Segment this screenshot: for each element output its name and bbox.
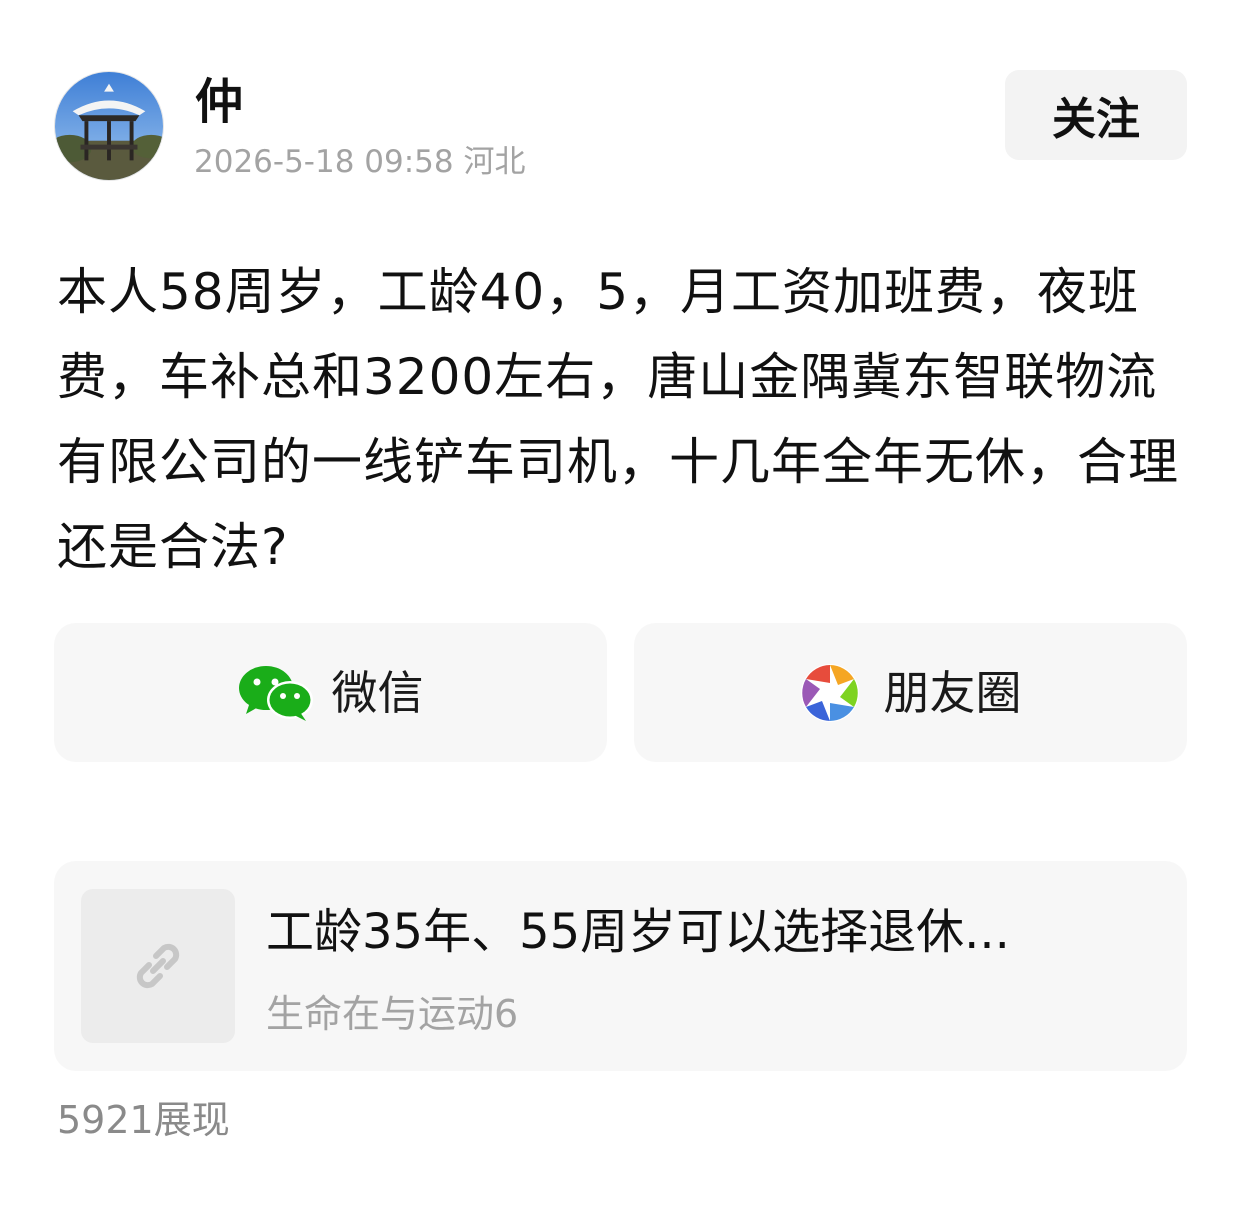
share-moments-label: 朋友圈 [883,665,1022,720]
link-thumbnail [81,889,235,1043]
author-name[interactable]: 仲 [195,70,243,134]
linked-article-title: 工龄35年、55周岁可以选择退休... [266,904,1010,960]
avatar[interactable] [54,71,164,181]
moments-icon [800,663,860,723]
post-text: 本人58周岁，工龄40，5，月工资加班费，夜班费，车补总和3200左右，唐山金隅… [57,263,1179,576]
follow-button[interactable]: 关注 [1005,70,1187,160]
wechat-icon [238,662,314,724]
post-timestamp-location: 2026-5-18 09:58 河北 [194,144,526,180]
share-wechat-label: 微信 [331,665,424,720]
pavilion-photo [55,72,163,180]
view-count: 5921展现 [57,1098,230,1142]
linked-article-source: 生命在与运动6 [266,992,519,1036]
linked-article-card[interactable]: 工龄35年、55周岁可以选择退休... 生命在与运动6 [54,861,1187,1071]
link-icon [136,943,180,989]
share-moments-button[interactable]: 朋友圈 [634,623,1187,762]
share-wechat-button[interactable]: 微信 [54,623,607,762]
